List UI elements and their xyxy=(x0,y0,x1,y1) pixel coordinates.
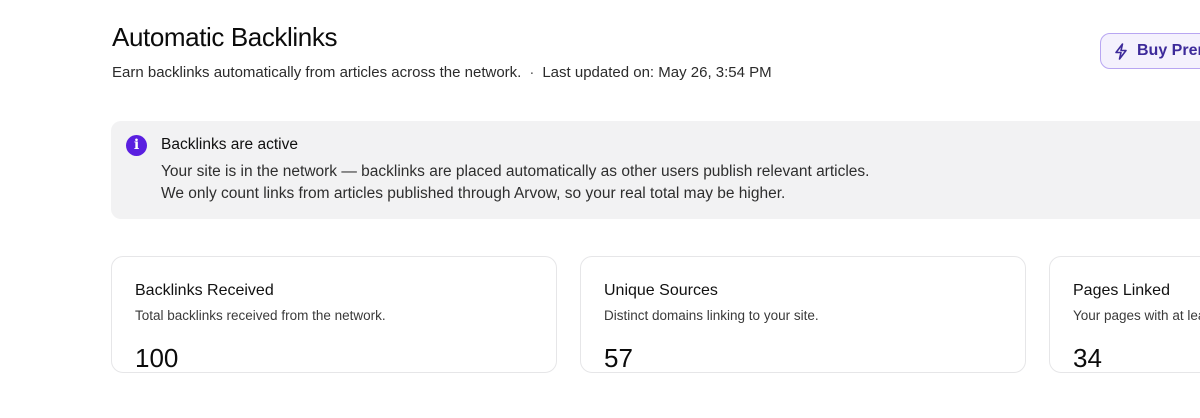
subtitle-separator: · xyxy=(529,64,535,81)
stat-card-value: 34 xyxy=(1073,343,1102,373)
stat-card-backlinks-received: Backlinks Received Total backlinks recei… xyxy=(111,256,557,373)
stat-card-value: 57 xyxy=(604,343,633,373)
info-icon: i xyxy=(126,135,147,156)
buy-premium-label: Buy Premium xyxy=(1137,42,1200,59)
subtitle-text: Earn backlinks automatically from articl… xyxy=(112,64,522,81)
last-updated-text: Last updated on: May 26, 3:54 PM xyxy=(542,64,772,81)
banner-text-line: Your site is in the network — backlinks … xyxy=(161,163,870,180)
status-banner: i Backlinks are active Your site is in t… xyxy=(111,121,1200,219)
banner-text-line: We only count links from articles publis… xyxy=(161,185,786,202)
stat-card-title: Unique Sources xyxy=(604,282,718,299)
page-subtitle: Earn backlinks automatically from articl… xyxy=(112,64,772,81)
stat-card-description: Your pages with at least one backlink. xyxy=(1073,308,1200,323)
stat-card-unique-sources: Unique Sources Distinct domains linking … xyxy=(580,256,1026,373)
lightning-bolt-icon xyxy=(1114,42,1128,60)
page: Automatic Backlinks Earn backlinks autom… xyxy=(0,0,1200,418)
stat-card-pages-linked: Pages Linked Your pages with at least on… xyxy=(1049,256,1200,373)
stat-card-value: 100 xyxy=(135,343,179,373)
buy-premium-button[interactable]: Buy Premium xyxy=(1100,33,1200,69)
banner-title: Backlinks are active xyxy=(161,136,298,153)
stat-card-title: Pages Linked xyxy=(1073,282,1170,299)
stat-card-description: Distinct domains linking to your site. xyxy=(604,308,819,323)
stat-card-title: Backlinks Received xyxy=(135,282,274,299)
page-title: Automatic Backlinks xyxy=(112,22,338,52)
stat-card-description: Total backlinks received from the networ… xyxy=(135,308,386,323)
